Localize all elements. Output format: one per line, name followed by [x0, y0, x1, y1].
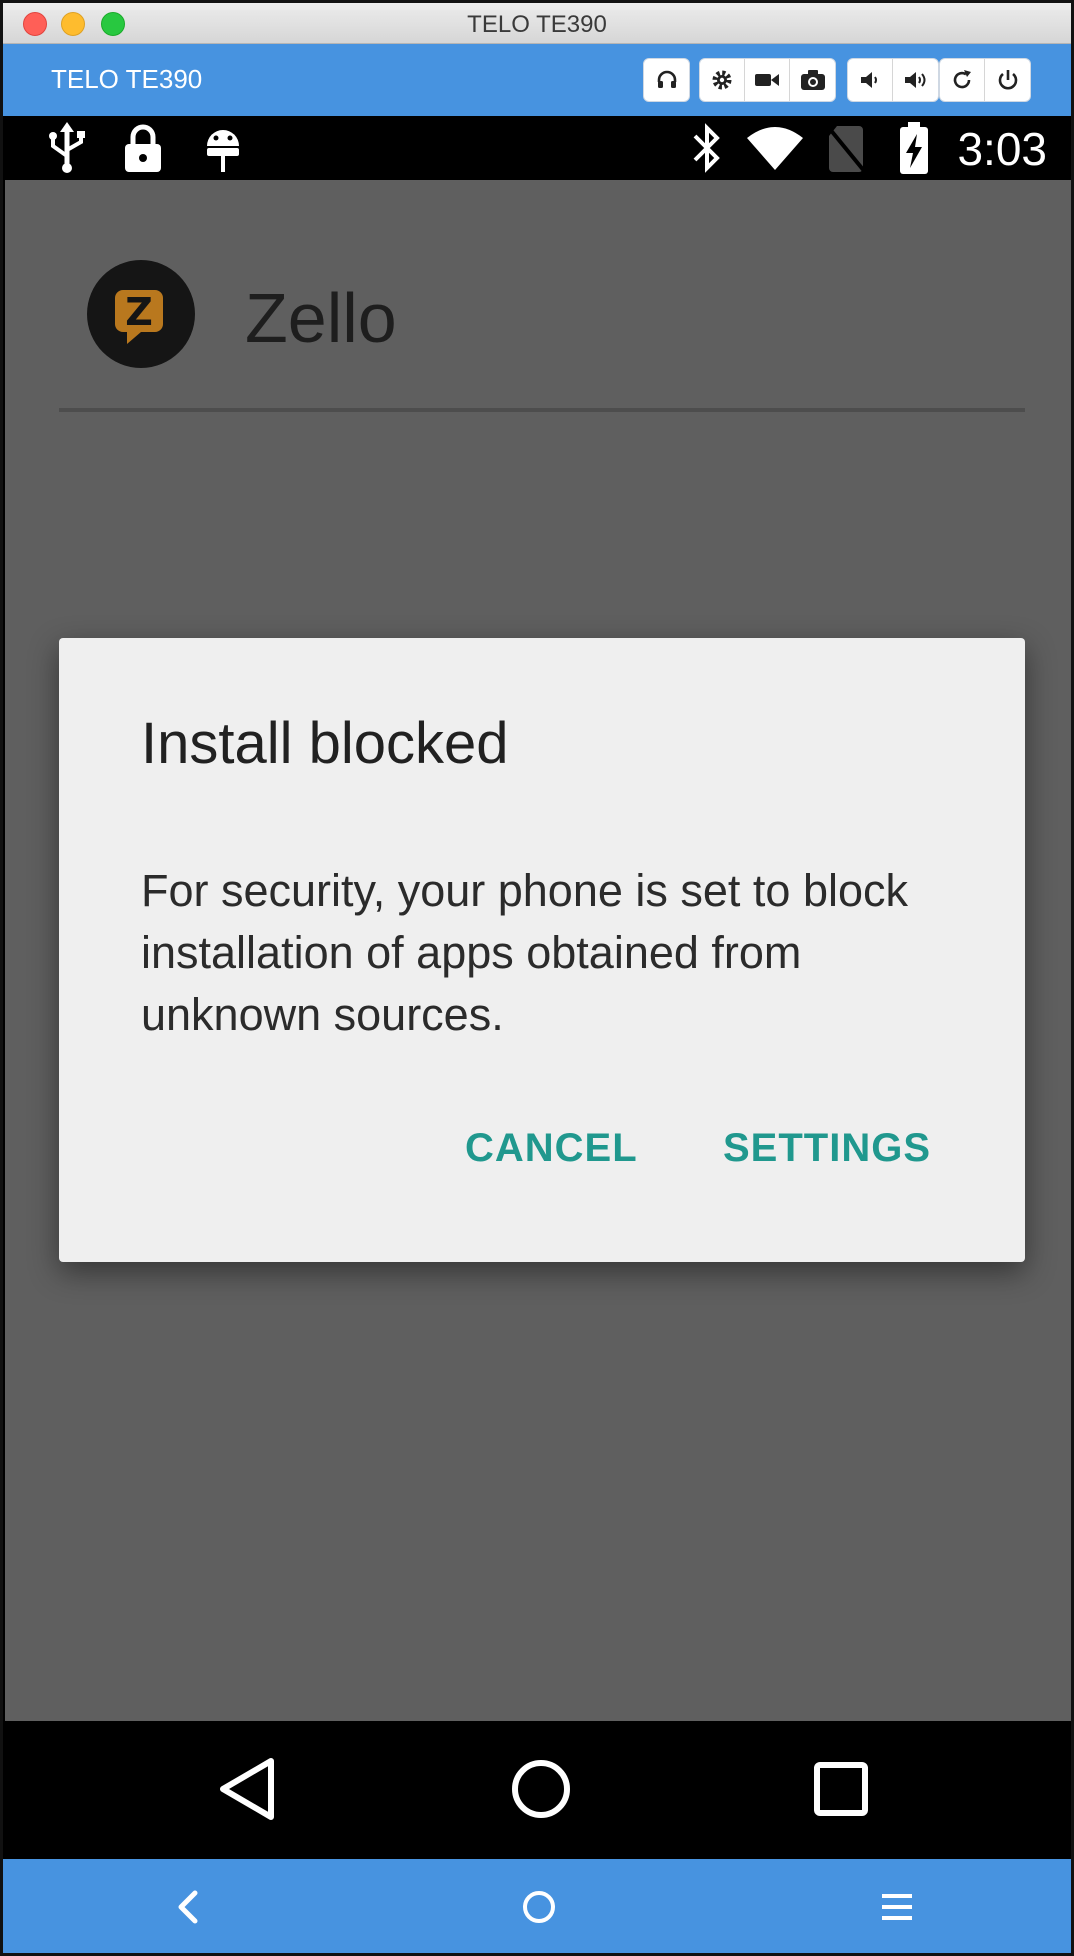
settings-button[interactable]: SETTINGS — [723, 1126, 931, 1171]
power-icon — [998, 70, 1017, 90]
emulator-bottom-bar — [3, 1859, 1071, 1953]
emulator-home-button[interactable] — [519, 1887, 559, 1927]
volume-down-icon — [861, 72, 877, 88]
audio-group — [643, 58, 690, 102]
no-sim-icon — [827, 126, 867, 174]
gear-icon — [712, 70, 732, 90]
phone-screen: Z Zello Install blocked For security, yo… — [5, 180, 1071, 1721]
window-title: TELO TE390 — [467, 11, 607, 38]
rotate-icon — [953, 70, 971, 89]
install-blocked-dialog: Install blocked For security, your phone… — [59, 638, 1025, 1262]
volume-up-button[interactable] — [893, 59, 938, 101]
nav-back-button[interactable] — [215, 1755, 279, 1823]
android-debug-icon — [207, 130, 239, 172]
nav-home-button[interactable] — [509, 1755, 573, 1823]
dialog-title: Install blocked — [141, 711, 509, 776]
usb-icon — [49, 122, 85, 173]
power-button[interactable] — [985, 59, 1030, 101]
volume-down-button[interactable] — [848, 59, 893, 101]
video-record-button[interactable] — [745, 59, 790, 101]
screenshot-button[interactable] — [790, 59, 835, 101]
android-nav-bar — [3, 1721, 1071, 1859]
zello-logo-icon: Z — [87, 260, 195, 368]
logo-letter: Z — [125, 290, 153, 334]
emulator-menu-button[interactable] — [877, 1887, 917, 1927]
power-group — [939, 58, 1031, 102]
nav-recents-button[interactable] — [809, 1755, 873, 1823]
emulator-back-button[interactable] — [169, 1887, 209, 1927]
wifi-icon — [747, 127, 803, 170]
status-bar: 3:03 — [3, 116, 1071, 180]
device-tools-group — [699, 58, 836, 102]
rotate-button[interactable] — [940, 59, 985, 101]
header-divider — [59, 408, 1025, 412]
status-clock: 3:03 — [957, 123, 1047, 175]
app-header: Z Zello — [5, 180, 1071, 420]
headphones-icon — [657, 70, 676, 88]
dialog-message: For security, your phone is set to block… — [141, 865, 908, 1040]
camera-icon — [800, 70, 825, 90]
volume-up-icon — [904, 72, 925, 88]
app-name: Zello — [245, 279, 397, 357]
emulator-window: TELO TE390 TELO TE390 3:03 Z Zello Insta… — [0, 0, 1074, 1956]
battery-charging-icon — [900, 122, 928, 174]
window-titlebar: TELO TE390 — [3, 3, 1071, 44]
video-camera-icon — [755, 74, 779, 86]
settings-tool-button[interactable] — [700, 59, 745, 101]
device-name: TELO TE390 — [51, 64, 203, 94]
bluetooth-icon — [693, 123, 720, 173]
lock-icon — [125, 124, 161, 172]
emulator-toolbar: TELO TE390 — [3, 44, 1071, 116]
volume-group — [847, 58, 939, 102]
cancel-button[interactable]: CANCEL — [465, 1126, 638, 1171]
headphones-button[interactable] — [644, 59, 689, 101]
